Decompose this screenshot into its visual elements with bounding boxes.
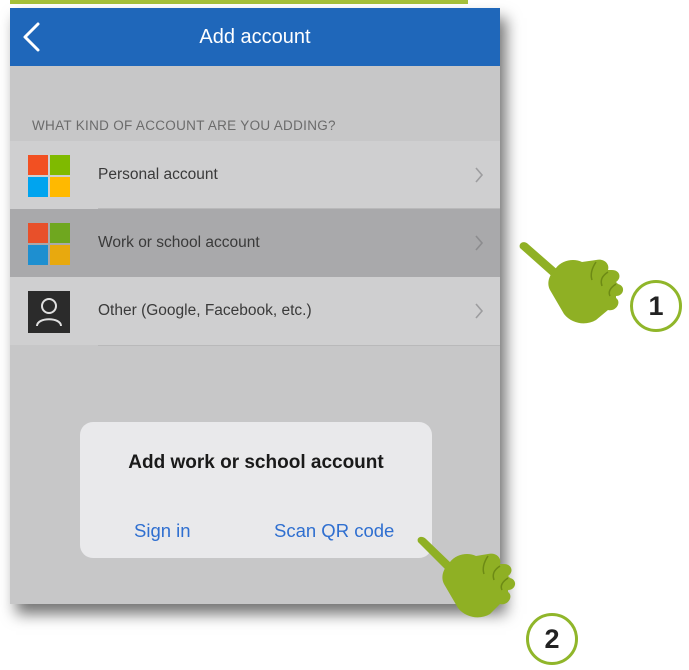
account-type-personal[interactable]: Personal account bbox=[10, 141, 500, 209]
top-accent-bar bbox=[10, 0, 468, 4]
account-type-label: Personal account bbox=[98, 166, 218, 183]
dialog-title: Add work or school account bbox=[128, 452, 384, 473]
row-divider bbox=[98, 208, 500, 209]
chevron-right-icon bbox=[475, 303, 484, 319]
add-work-account-dialog: Add work or school account Sign in Scan … bbox=[80, 422, 432, 558]
phone-screen: Add account WHAT KIND OF ACCOUNT ARE YOU… bbox=[10, 8, 500, 604]
chevron-right-icon bbox=[475, 167, 484, 183]
sign-in-button[interactable]: Sign in bbox=[134, 520, 191, 542]
microsoft-logo-icon bbox=[28, 155, 70, 197]
scan-qr-code-button[interactable]: Scan QR code bbox=[274, 520, 394, 542]
chevron-right-icon bbox=[475, 235, 484, 251]
pointing-hand-icon bbox=[417, 536, 516, 618]
section-header: WHAT KIND OF ACCOUNT ARE YOU ADDING? bbox=[32, 118, 336, 133]
page-title: Add account bbox=[199, 26, 311, 48]
microsoft-logo-icon bbox=[28, 223, 70, 265]
pointing-hand-icon bbox=[519, 242, 624, 324]
row-divider bbox=[98, 345, 500, 346]
account-type-other[interactable]: Other (Google, Facebook, etc.) bbox=[10, 277, 500, 345]
user-icon bbox=[28, 291, 70, 333]
account-type-label: Other (Google, Facebook, etc.) bbox=[98, 302, 312, 319]
navigation-bar: Add account bbox=[10, 8, 500, 66]
account-type-work-school[interactable]: Work or school account bbox=[10, 209, 500, 277]
account-type-label: Work or school account bbox=[98, 234, 260, 251]
step-1-badge: 1 bbox=[630, 280, 682, 332]
step-2-badge: 2 bbox=[526, 613, 578, 665]
